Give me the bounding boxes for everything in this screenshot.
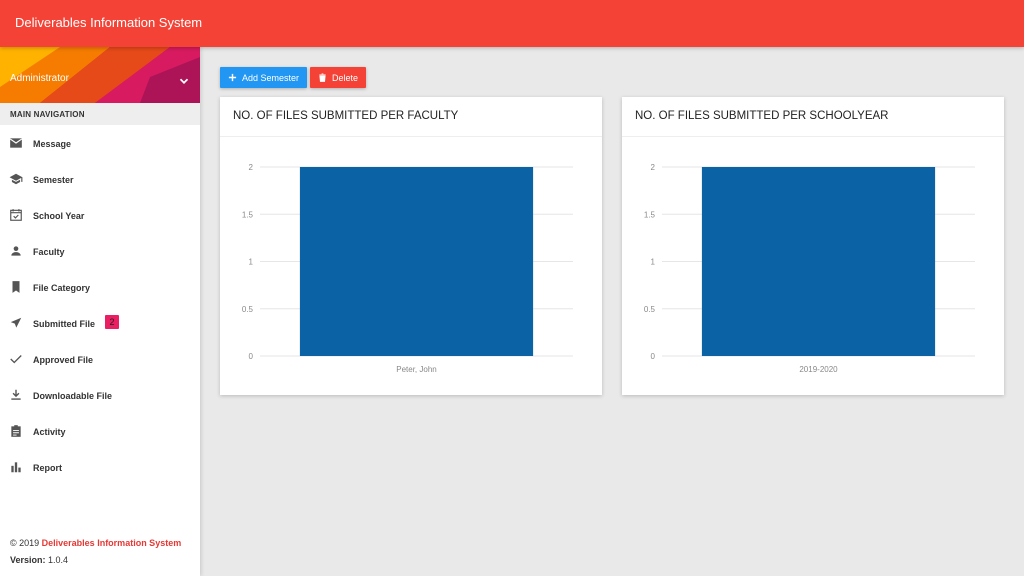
nav-header: MAIN NAVIGATION — [0, 103, 200, 125]
app-title[interactable]: Deliverables Information System — [15, 15, 202, 30]
y-tick-label: 1 — [651, 258, 656, 267]
sidebar-item-activity[interactable]: Activity — [0, 413, 200, 449]
y-tick-label: 0 — [249, 352, 254, 361]
sidebar-item-label: Report — [33, 463, 62, 473]
version-value: 1.0.4 — [45, 555, 69, 565]
sidebar-item-message[interactable]: Message — [0, 125, 200, 161]
copyright-text: © 2019 — [10, 538, 42, 548]
send-icon — [10, 317, 22, 328]
sidebar-item-file-category[interactable]: File Category — [0, 269, 200, 305]
y-tick-label: 2 — [651, 163, 656, 172]
school-icon — [9, 173, 23, 185]
check-icon — [10, 355, 22, 364]
y-tick-label: 0.5 — [644, 305, 656, 314]
add-semester-button[interactable]: Add Semester — [220, 67, 308, 88]
sidebar-item-label: Semester — [33, 175, 74, 185]
footer-brand-link[interactable]: Deliverables Information System — [42, 538, 182, 548]
sidebar-item-label: Submitted File — [33, 319, 96, 329]
calendar-icon — [10, 209, 22, 221]
sidebar-item-label: Approved File — [33, 355, 94, 365]
delete-label: Delete — [332, 72, 359, 83]
bookmark-icon — [12, 281, 20, 293]
chart-title: NO. OF FILES SUBMITTED PER SCHOOLYEAR — [622, 97, 1004, 137]
user-name: Administrator — [10, 73, 69, 84]
trash-icon — [319, 73, 326, 82]
y-tick-label: 2 — [249, 163, 254, 172]
bar[interactable] — [701, 167, 936, 356]
sidebar-item-approved-file[interactable]: Approved File — [0, 341, 200, 377]
files-per-faculty-chart: 0 0.5 1 1.5 2 Peter, John — [242, 163, 573, 374]
chevron-down-icon[interactable] — [177, 74, 191, 88]
sidebar-item-downloadable-file[interactable]: Downloadable File — [0, 377, 200, 413]
sidebar-footer: © 2019 Deliverables Information System V… — [10, 538, 181, 572]
x-category-label: 2019-2020 — [799, 365, 838, 374]
chart-title: NO. OF FILES SUBMITTED PER FACULTY — [220, 97, 602, 137]
assignment-icon — [11, 425, 21, 437]
mail-icon — [9, 138, 23, 148]
y-tick-label: 0 — [651, 352, 656, 361]
delete-button[interactable]: Delete — [310, 67, 367, 88]
sidebar-item-label: Message — [33, 139, 72, 149]
x-category-label: Peter, John — [396, 365, 436, 374]
bar-chart-icon — [11, 462, 21, 473]
nav-menu: Message Semester School Year Faculty File Ca… — [0, 125, 200, 485]
add-semester-label: Add Semester — [242, 72, 300, 83]
sidebar-item-label: Faculty — [33, 247, 65, 257]
chart-card-faculty: NO. OF FILES SUBMITTED PER FACULTY 0 0.5 1… — [220, 97, 602, 395]
copyright-line: © 2019 Deliverables Information System — [10, 538, 181, 555]
sidebar-item-semester[interactable]: Semester — [0, 161, 200, 197]
version-label: Version: — [10, 555, 46, 565]
sidebar-item-faculty[interactable]: Faculty — [0, 233, 200, 269]
person-icon — [11, 246, 21, 256]
sidebar-item-label: Activity — [33, 427, 66, 437]
sidebar-item-report[interactable]: Report — [0, 449, 200, 485]
y-tick-label: 1.5 — [242, 210, 254, 219]
sidebar: Administrator MAIN NAVIGATION Message Sem… — [0, 47, 200, 576]
sidebar-item-submitted-file[interactable]: Submitted File 2 — [0, 305, 200, 341]
download-icon — [11, 389, 21, 400]
sidebar-item-label: File Category — [33, 283, 91, 293]
sidebar-item-label: School Year — [33, 211, 85, 221]
toolbar: Add Semester Delete — [220, 67, 367, 88]
files-per-schoolyear-chart: 0 0.5 1 1.5 2 2019-2020 — [644, 163, 975, 374]
bar[interactable] — [299, 167, 534, 356]
sidebar-item-school-year[interactable]: School Year — [0, 197, 200, 233]
y-tick-label: 1.5 — [644, 210, 656, 219]
version-line: Version: 1.0.4 — [10, 555, 181, 572]
chart-card-schoolyear: NO. OF FILES SUBMITTED PER SCHOOLYEAR 00… — [622, 97, 1004, 395]
y-tick-label: 0.5 — [242, 305, 254, 314]
plus-icon — [228, 73, 237, 82]
sidebar-item-label: Downloadable File — [33, 391, 113, 401]
y-tick-label: 1 — [249, 258, 254, 267]
submitted-count-badge: 2 — [105, 315, 119, 329]
user-panel[interactable]: Administrator — [0, 47, 200, 103]
top-app-bar: Deliverables Information System — [0, 0, 1024, 47]
